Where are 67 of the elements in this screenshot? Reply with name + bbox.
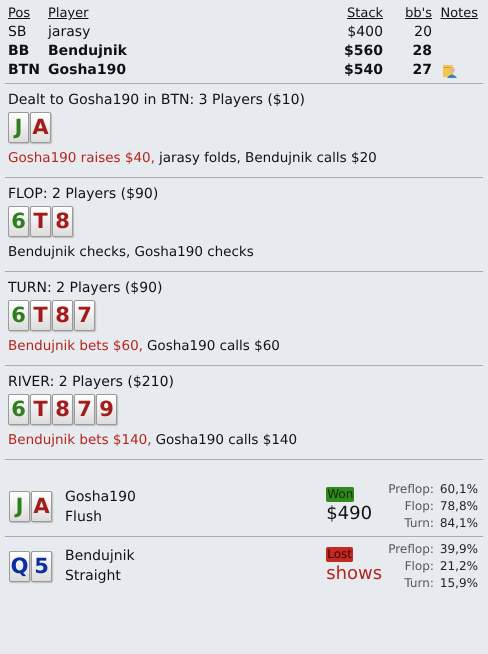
outcome-text: shows <box>326 562 382 586</box>
table-cell: $400 <box>347 24 383 40</box>
equity-label: Turn: <box>403 574 434 592</box>
table-cell: $540 <box>344 62 383 78</box>
result-badge: Lost <box>326 546 354 562</box>
playing-card: T <box>30 300 51 331</box>
street-title: TURN: 2 Players ($90) <box>8 279 164 297</box>
equity-value: 84,1% <box>440 515 478 532</box>
playing-card: Q <box>9 550 30 582</box>
action-text: Bendujnik checks, Gosha190 checks <box>8 243 254 261</box>
action-text: Gosha190 calls $140 <box>156 431 298 449</box>
equity-value: 39,9% <box>440 540 478 558</box>
table-cell: SB <box>8 24 26 40</box>
playing-card: 6 <box>8 206 29 237</box>
playing-card: 7 <box>74 300 95 331</box>
playing-card: 9 <box>96 394 117 425</box>
playing-card: A <box>31 491 52 522</box>
playing-card: 6 <box>8 394 29 425</box>
column-header: Player <box>48 6 88 21</box>
equity-label: Flop: <box>404 498 434 515</box>
playing-card: 8 <box>52 394 73 425</box>
action-text: Bendujnik bets $60, <box>8 337 143 355</box>
equity-label: Turn: <box>403 515 434 532</box>
equity-label: Preflop: <box>388 540 434 558</box>
playing-card: A <box>30 112 51 143</box>
playing-card: 8 <box>52 206 73 237</box>
street-title: FLOP: 2 Players ($90) <box>8 185 160 203</box>
table-cell: $560 <box>344 43 383 59</box>
equity-value: 60,1% <box>440 481 478 498</box>
hand-name: Straight <box>65 567 122 586</box>
action-text: jarasy folds, Bendujnik calls $20 <box>158 149 377 167</box>
playing-card: J <box>8 112 29 143</box>
player-name: Bendujnik <box>65 547 136 566</box>
action-text: Bendujnik bets $140, <box>8 431 152 449</box>
playing-card: 6 <box>8 300 29 331</box>
hand-name: Flush <box>65 508 103 526</box>
table-cell: Bendujnik <box>48 43 127 59</box>
column-header: Notes <box>440 6 478 21</box>
table-cell: 20 <box>414 24 432 40</box>
action-text: Gosha190 raises $40, <box>8 149 155 167</box>
action-text: Gosha190 calls $60 <box>146 337 280 355</box>
table-cell: BB <box>8 43 30 59</box>
equity-label: Flop: <box>404 558 434 574</box>
outcome-text: $490 <box>326 502 372 526</box>
note-icon[interactable] <box>443 64 458 78</box>
playing-card: 7 <box>74 394 95 425</box>
table-cell: 28 <box>412 43 432 59</box>
table-cell: 27 <box>412 62 432 78</box>
table-cell: BTN <box>8 62 40 78</box>
playing-card: J <box>9 491 30 522</box>
equity-label: Preflop: <box>388 481 434 498</box>
playing-card: T <box>30 394 51 425</box>
column-header: Stack <box>347 6 383 21</box>
playing-card: T <box>30 206 51 237</box>
column-header: bb's <box>405 6 432 21</box>
equity-value: 21,2% <box>440 558 478 574</box>
street-title: Dealt to Gosha190 in BTN: 3 Players ($10) <box>8 91 306 109</box>
playing-card: 8 <box>52 300 73 331</box>
street-title: RIVER: 2 Players ($210) <box>8 373 175 391</box>
playing-card: 5 <box>31 550 52 582</box>
column-header: Pos <box>8 6 30 21</box>
result-badge: Won <box>326 487 354 502</box>
equity-value: 78,8% <box>440 498 478 515</box>
equity-value: 15,9% <box>440 574 478 592</box>
table-cell: jarasy <box>48 24 90 40</box>
player-name: Gosha190 <box>65 488 137 506</box>
table-cell: Gosha190 <box>48 62 126 78</box>
